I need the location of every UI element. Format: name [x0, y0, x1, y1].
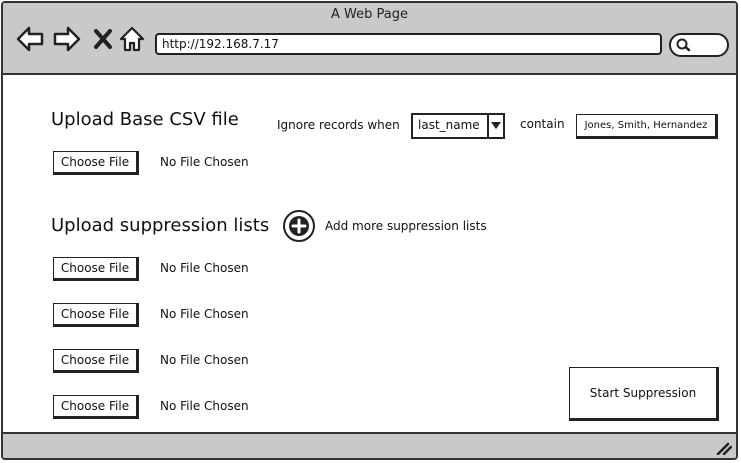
suppression-file-status-4: No File Chosen [160, 399, 249, 413]
add-more-label[interactable]: Add more suppression lists [325, 219, 487, 233]
suppression-file-status-2: No File Chosen [160, 307, 249, 321]
field-select-value: last_name [418, 118, 480, 132]
search-icon [676, 38, 691, 52]
browser-window: A Web Page http://192.168.7.17 Upload Ba… [1, 1, 738, 460]
plus-icon [289, 216, 309, 236]
suppression-heading: Upload suppression lists [51, 215, 270, 236]
start-suppression-button[interactable]: Start Suppression [569, 367, 719, 421]
suppression-choose-file-button-1[interactable]: Choose File [53, 257, 139, 281]
close-x-icon[interactable] [92, 25, 120, 53]
base-upload-heading: Upload Base CSV file [51, 109, 239, 130]
window-title: A Web Page [331, 7, 408, 22]
suppression-choose-file-button-2[interactable]: Choose File [53, 303, 139, 327]
resize-grip-icon[interactable] [716, 441, 732, 455]
suppression-file-status-1: No File Chosen [160, 261, 249, 275]
field-select[interactable]: last_name [411, 113, 505, 139]
suppression-choose-file-button-3[interactable]: Choose File [53, 349, 139, 373]
browser-statusbar [3, 432, 736, 458]
browser-titlebar: A Web Page http://192.168.7.17 [3, 3, 736, 75]
back-arrow-icon[interactable] [16, 25, 44, 53]
search-field[interactable] [669, 33, 729, 57]
add-suppression-button[interactable] [283, 210, 315, 242]
suppression-file-status-3: No File Chosen [160, 353, 249, 367]
suppression-choose-file-button-4[interactable]: Choose File [53, 395, 139, 419]
base-choose-file-button[interactable]: Choose File [53, 151, 139, 175]
base-file-status: No File Chosen [160, 155, 249, 169]
page-content: Upload Base CSV file Ignore records when… [3, 75, 736, 432]
chevron-down-icon[interactable] [487, 115, 503, 137]
forward-arrow-icon[interactable] [53, 25, 81, 53]
names-input[interactable]: Jones, Smith, Hernandez [576, 114, 718, 139]
ignore-records-label: Ignore records when [277, 118, 400, 132]
url-field[interactable]: http://192.168.7.17 [155, 33, 662, 55]
home-icon[interactable] [118, 25, 146, 53]
contain-label: contain [520, 117, 565, 131]
